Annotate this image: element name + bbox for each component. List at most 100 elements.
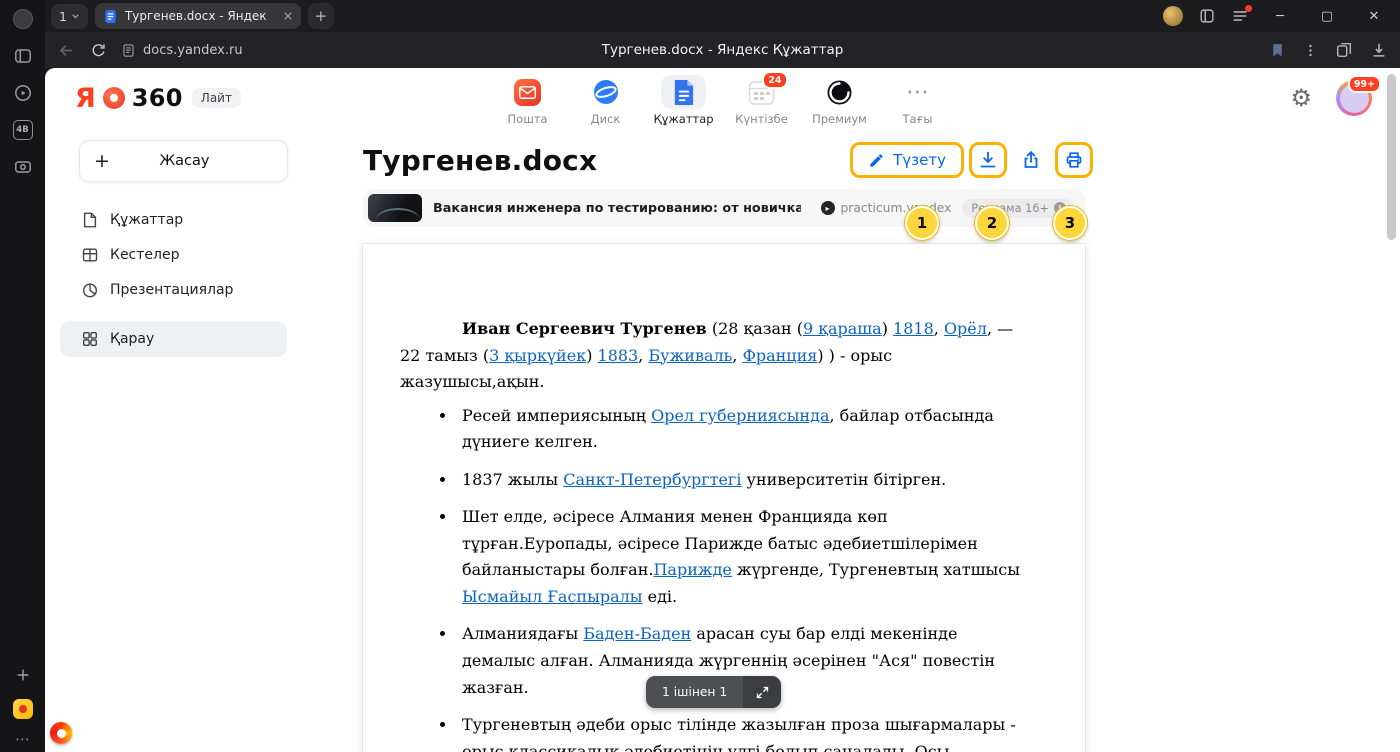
annotation-circle-3: 3 — [1053, 206, 1087, 240]
minimize-button[interactable]: ─ — [1264, 3, 1296, 29]
workspace-badge-label: 4B — [16, 125, 28, 135]
address-bar: docs.yandex.ru Тургенев.docx - Яндекс Құ… — [45, 32, 1400, 68]
chevron-down-icon — [71, 12, 80, 21]
page-title: Тургенев.docx - Яндекс Құжаттар — [602, 42, 844, 58]
docs-icon — [672, 79, 695, 106]
copy-tabs-icon[interactable] — [1335, 41, 1353, 59]
scrollbar-thumb[interactable] — [1387, 74, 1396, 240]
doc-link[interactable]: Санкт-Петербургтегі — [563, 470, 741, 489]
kebab-menu-icon[interactable] — [1303, 43, 1318, 58]
doc-text: (28 қазан ( — [707, 319, 803, 338]
doc-link[interactable]: 3 қыркүйек — [489, 346, 586, 365]
new-tab-button[interactable]: + — [308, 3, 334, 29]
ya360-logo[interactable]: Я 360 Лайт — [75, 83, 241, 114]
download-button[interactable] — [969, 142, 1007, 178]
more-icon: ⋯ — [906, 82, 929, 102]
edit-button[interactable]: Түзету — [850, 142, 964, 178]
nav-item-premium[interactable]: Премиум — [807, 75, 873, 126]
yandex-docs-app: Я 360 Лайт Пошта — [45, 68, 1400, 752]
expand-icon — [755, 685, 770, 700]
ad-title: Вакансия инженера по тестированию: от но… — [433, 201, 801, 216]
rail-profile-icon[interactable] — [13, 9, 33, 29]
print-button[interactable] — [1055, 142, 1093, 178]
logo-360-label: 360 — [132, 84, 183, 112]
doc-text: университетін бітірген. — [741, 470, 946, 489]
nav-item-docs[interactable]: Құжаттар — [651, 75, 717, 126]
url-text: docs.yandex.ru — [143, 43, 243, 58]
doc-text: еді. — [643, 587, 678, 606]
doc-bullet-item: Ресей империясының Орел губерниясында, б… — [457, 403, 1022, 456]
doc-link[interactable]: 1818 — [893, 319, 934, 338]
tab-close-icon[interactable] — [283, 11, 293, 21]
maximize-button[interactable]: ▢ — [1311, 3, 1343, 29]
app-header: Я 360 Лайт Пошта — [45, 68, 1400, 128]
downloads-icon[interactable] — [1370, 41, 1388, 59]
bookmark-icon[interactable] — [1269, 42, 1286, 59]
calendar-badge: 24 — [762, 71, 788, 89]
avatar[interactable]: 99+ — [1336, 80, 1372, 116]
notification-dot — [1245, 5, 1252, 12]
doc-text: Ресей империясының — [462, 406, 651, 425]
table-icon — [81, 246, 99, 264]
doc-link[interactable]: Франция — [743, 346, 818, 365]
doc-link[interactable]: Ысмайыл Ғаспыралы — [462, 587, 643, 606]
nav-item-calendar[interactable]: 24 Күнтізбе — [729, 75, 795, 126]
grid-icon — [81, 330, 99, 348]
screencast-icon[interactable] — [13, 157, 33, 177]
services-nav: Пошта Диск Құжаттар — [495, 75, 951, 126]
nav-item-mail[interactable]: Пошта — [495, 75, 561, 126]
share-button[interactable] — [1012, 142, 1050, 178]
doc-link[interactable]: 9 қараша — [803, 319, 882, 338]
sidebar-item-sheets[interactable]: Кестелер — [60, 239, 287, 271]
create-button[interactable]: + Жасау — [79, 140, 288, 182]
nav-item-disk[interactable]: Диск — [573, 75, 639, 126]
docs-sidebar: + Жасау Құжаттар Кестелер Презентациялар — [45, 128, 300, 752]
doc-link[interactable]: Буживаль — [648, 346, 732, 365]
sidebar-item-view[interactable]: Қарау — [60, 321, 287, 357]
document-title: Тургенев.docx — [363, 144, 597, 177]
gear-icon[interactable]: ⚙ — [1290, 84, 1312, 112]
video-play-icon[interactable] — [13, 83, 33, 103]
avatar-badge: 99+ — [1348, 75, 1381, 93]
ad-thumbnail — [368, 194, 422, 222]
sidebar-panel-icon[interactable] — [13, 46, 33, 66]
tab-panel-icon[interactable] — [1198, 7, 1216, 25]
browser-profile-icon[interactable] — [1163, 6, 1183, 26]
doc-link[interactable]: Орёл — [944, 319, 987, 338]
site-security-icon — [121, 43, 136, 58]
doc-bullet-item: Тургеневтың әдеби орыс тілінде жазылған … — [457, 712, 1022, 752]
browser-update-icon[interactable] — [50, 722, 72, 744]
browser-chrome: 1 Тургенев.docx - Яндек + ─ ▢ — [45, 0, 1400, 68]
doc-link[interactable]: 1883 — [598, 346, 639, 365]
browser-tab[interactable]: Тургенев.docx - Яндек — [95, 3, 301, 29]
doc-bullet-item: 1837 жылы Санкт-Петербургтегі университе… — [457, 467, 1022, 494]
browser-window: 4B ⋯ 1 Тургенев.docx - Яндек — [0, 0, 1400, 752]
disk-icon — [592, 78, 620, 106]
doc-text: Алманиядағы — [462, 624, 583, 643]
sidebar-item-documents[interactable]: Құжаттар — [60, 204, 287, 236]
close-button[interactable]: ✕ — [1358, 3, 1390, 29]
fullscreen-button[interactable] — [743, 676, 781, 708]
workspace-badge-icon[interactable]: 4B — [13, 120, 33, 140]
download-icon — [978, 150, 998, 170]
tab-counter[interactable]: 1 — [51, 4, 88, 29]
refresh-icon[interactable] — [90, 42, 107, 59]
plus-icon: + — [94, 151, 114, 171]
doc-link[interactable]: Орел губерниясында — [651, 406, 829, 425]
main-content: Тургенев.docx Түзету — [300, 128, 1400, 752]
pencil-icon — [868, 152, 885, 169]
back-icon[interactable] — [57, 41, 76, 60]
doc-link[interactable]: Баден-Баден — [583, 624, 691, 643]
page-indicator: 1 ішінен 1 — [646, 676, 781, 708]
browser-menu-icon[interactable] — [1231, 7, 1249, 25]
rail-more-icon[interactable]: ⋯ — [15, 734, 30, 744]
yandex-app-icon[interactable] — [13, 699, 33, 719]
doc-bullet-item: Шет елде, әсіресе Алмания менен Францияд… — [457, 504, 1022, 610]
sidebar-item-presentations[interactable]: Презентациялар — [60, 274, 287, 306]
yandex-id-icon — [103, 87, 125, 109]
annotation-circle-1: 1 — [905, 206, 939, 240]
doc-link[interactable]: Парижде — [653, 560, 731, 579]
nav-item-more[interactable]: ⋯ Тағы — [885, 75, 951, 126]
url-chip[interactable]: docs.yandex.ru — [121, 43, 243, 58]
add-panel-icon[interactable] — [14, 666, 32, 684]
